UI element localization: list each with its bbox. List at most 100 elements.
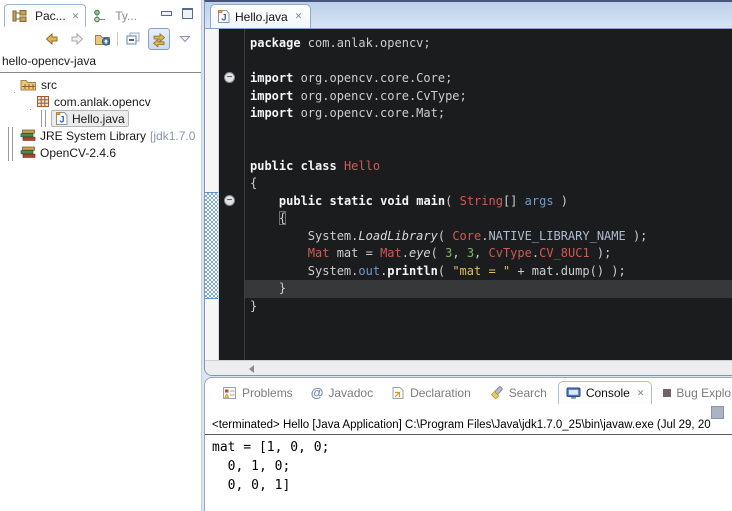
tab-problems[interactable]: Problems bbox=[215, 382, 300, 404]
close-icon[interactable]: ✕ bbox=[293, 11, 303, 22]
code-line[interactable]: { bbox=[245, 175, 732, 193]
tab-type-hierarchy[interactable]: Ty... bbox=[86, 5, 143, 27]
tab-declaration[interactable]: Declaration bbox=[384, 382, 478, 404]
library-icon bbox=[20, 146, 36, 159]
folding-ruler[interactable]: − − bbox=[219, 29, 245, 360]
console-output-line: 0, 0, 1] bbox=[212, 476, 732, 495]
collapsed-arrow-icon[interactable] bbox=[8, 129, 18, 143]
console-toolbar-row bbox=[205, 404, 732, 419]
go-into-button[interactable] bbox=[92, 29, 112, 49]
code-line[interactable] bbox=[245, 123, 732, 141]
editor-horizontal-scrollbar[interactable] bbox=[205, 360, 732, 375]
tree-item-src[interactable]: src bbox=[0, 76, 201, 93]
editor-area: J Hello.java ✕ − − package com.anlak.ope… bbox=[204, 0, 732, 376]
source-folder-icon bbox=[20, 78, 37, 91]
tab-package-explorer[interactable]: Pac... ✕ bbox=[4, 4, 86, 27]
minimize-icon[interactable] bbox=[161, 11, 172, 16]
code-line[interactable]: System.LoadLibrary( Core.NATIVE_LIBRARY_… bbox=[245, 228, 732, 246]
link-with-editor-icon bbox=[151, 31, 167, 47]
back-button[interactable] bbox=[42, 29, 62, 49]
code-line[interactable]: import org.opencv.core.Mat; bbox=[245, 105, 732, 123]
view-menu-icon bbox=[179, 35, 191, 43]
tab-label: Javadoc bbox=[328, 386, 373, 400]
project-tree: src com.anlak.opencv J Hello.java JRE Sy… bbox=[0, 76, 201, 161]
link-with-editor-button[interactable] bbox=[148, 28, 170, 50]
tree-item-decoration: [jdk1.7.0 bbox=[146, 129, 195, 143]
tab-search[interactable]: Search bbox=[482, 382, 554, 404]
editor-tab-hello-java[interactable]: J Hello.java ✕ bbox=[210, 4, 311, 28]
svg-text:J: J bbox=[59, 115, 64, 125]
console-output[interactable]: mat = [1, 0, 0; 0, 1, 0; 0, 0, 1] bbox=[205, 435, 732, 495]
range-indicator bbox=[205, 192, 218, 299]
divider bbox=[0, 72, 201, 73]
tab-label: Ty... bbox=[115, 9, 137, 23]
tree-item-label: OpenCV-2.4.6 bbox=[40, 146, 116, 160]
expanded-arrow-icon[interactable] bbox=[24, 95, 34, 109]
editor-body: − − package com.anlak.opencv; import org… bbox=[205, 29, 732, 360]
javadoc-icon: @ bbox=[311, 385, 324, 400]
tab-label: Bug Explorer bbox=[676, 386, 732, 400]
declaration-icon bbox=[391, 386, 405, 400]
code-lines[interactable]: package com.anlak.opencv; import org.ope… bbox=[245, 29, 732, 360]
problems-icon bbox=[222, 386, 237, 400]
collapsed-arrow-icon[interactable] bbox=[41, 112, 51, 126]
tree-item-package[interactable]: com.anlak.opencv bbox=[0, 93, 201, 110]
tab-label: Problems bbox=[242, 386, 293, 400]
forward-button[interactable] bbox=[67, 29, 87, 49]
code-line[interactable]: public class Hello bbox=[245, 158, 732, 176]
close-icon[interactable]: ✕ bbox=[635, 388, 645, 399]
type-hierarchy-icon bbox=[93, 9, 107, 23]
search-icon bbox=[489, 386, 504, 400]
code-line[interactable]: import org.opencv.core.CvType; bbox=[245, 88, 732, 106]
collapse-all-button[interactable] bbox=[123, 29, 143, 49]
code-line[interactable] bbox=[245, 53, 732, 71]
code-line[interactable]: public static void main( String[] args ) bbox=[245, 193, 732, 211]
collapse-all-icon bbox=[125, 31, 141, 47]
code-line[interactable]: System.out.println( "mat = " + mat.dump(… bbox=[245, 263, 732, 281]
tab-label: Declaration bbox=[410, 386, 471, 400]
folder-up-icon bbox=[94, 31, 111, 47]
collapsed-arrow-icon[interactable] bbox=[8, 146, 18, 160]
project-root-label[interactable]: hello-opencv-java bbox=[0, 51, 201, 71]
close-icon[interactable]: ✕ bbox=[70, 11, 80, 22]
editor-tab-label: Hello.java bbox=[235, 10, 288, 24]
annotation-ruler[interactable] bbox=[205, 29, 219, 360]
expanded-arrow-icon[interactable] bbox=[8, 78, 18, 92]
code-line[interactable]: } bbox=[245, 280, 732, 298]
scroll-left-arrow-icon[interactable] bbox=[249, 365, 254, 373]
tree-item-label: src bbox=[41, 78, 57, 92]
console-process-header: <terminated> Hello [Java Application] C:… bbox=[205, 419, 732, 435]
fold-collapse-icon[interactable]: − bbox=[224, 72, 235, 83]
back-arrow-icon bbox=[44, 31, 60, 47]
tree-item-jre-library[interactable]: JRE System Library [jdk1.7.0 bbox=[0, 127, 201, 144]
tree-item-label: JRE System Library bbox=[40, 129, 146, 143]
tab-label: Search bbox=[509, 386, 547, 400]
tab-label: Pac... bbox=[35, 9, 66, 23]
tree-item-label: Hello.java bbox=[72, 112, 125, 126]
bug-explorer-icon bbox=[663, 389, 671, 397]
code-line[interactable] bbox=[245, 140, 732, 158]
view-menu-button[interactable] bbox=[175, 29, 195, 49]
tab-javadoc[interactable]: @ Javadoc bbox=[304, 381, 380, 404]
console-toolbar-icon[interactable] bbox=[711, 406, 724, 419]
console-output-line: 0, 1, 0; bbox=[212, 457, 732, 476]
view-tabbar: Pac... ✕ Ty... bbox=[0, 0, 201, 27]
code-line[interactable]: Mat mat = Mat.eye( 3, 3, CvType.CV_8UC1 … bbox=[245, 245, 732, 263]
tab-bug-explorer[interactable]: Bug Explorer bbox=[656, 382, 732, 404]
tab-console[interactable]: Console ✕ bbox=[558, 381, 653, 404]
editor-tabbar: J Hello.java ✕ bbox=[205, 2, 732, 29]
bottom-view-tabbar: Problems @ Javadoc Declaration Search Co… bbox=[205, 378, 732, 404]
code-line[interactable]: { bbox=[245, 210, 732, 228]
console-view: Problems @ Javadoc Declaration Search Co… bbox=[204, 377, 732, 511]
tree-item-opencv-library[interactable]: OpenCV-2.4.6 bbox=[0, 144, 201, 161]
toolbar-separator bbox=[117, 32, 118, 46]
package-icon bbox=[36, 95, 50, 108]
code-line[interactable]: package com.anlak.opencv; bbox=[245, 35, 732, 53]
code-line[interactable]: } bbox=[245, 298, 732, 316]
fold-collapse-icon[interactable]: − bbox=[224, 195, 235, 206]
view-window-buttons bbox=[161, 4, 201, 27]
tree-item-hello-java[interactable]: J Hello.java bbox=[0, 110, 201, 127]
code-line[interactable]: import org.opencv.core.Core; bbox=[245, 70, 732, 88]
tree-item-label: com.anlak.opencv bbox=[54, 95, 151, 109]
maximize-icon[interactable] bbox=[182, 8, 193, 19]
